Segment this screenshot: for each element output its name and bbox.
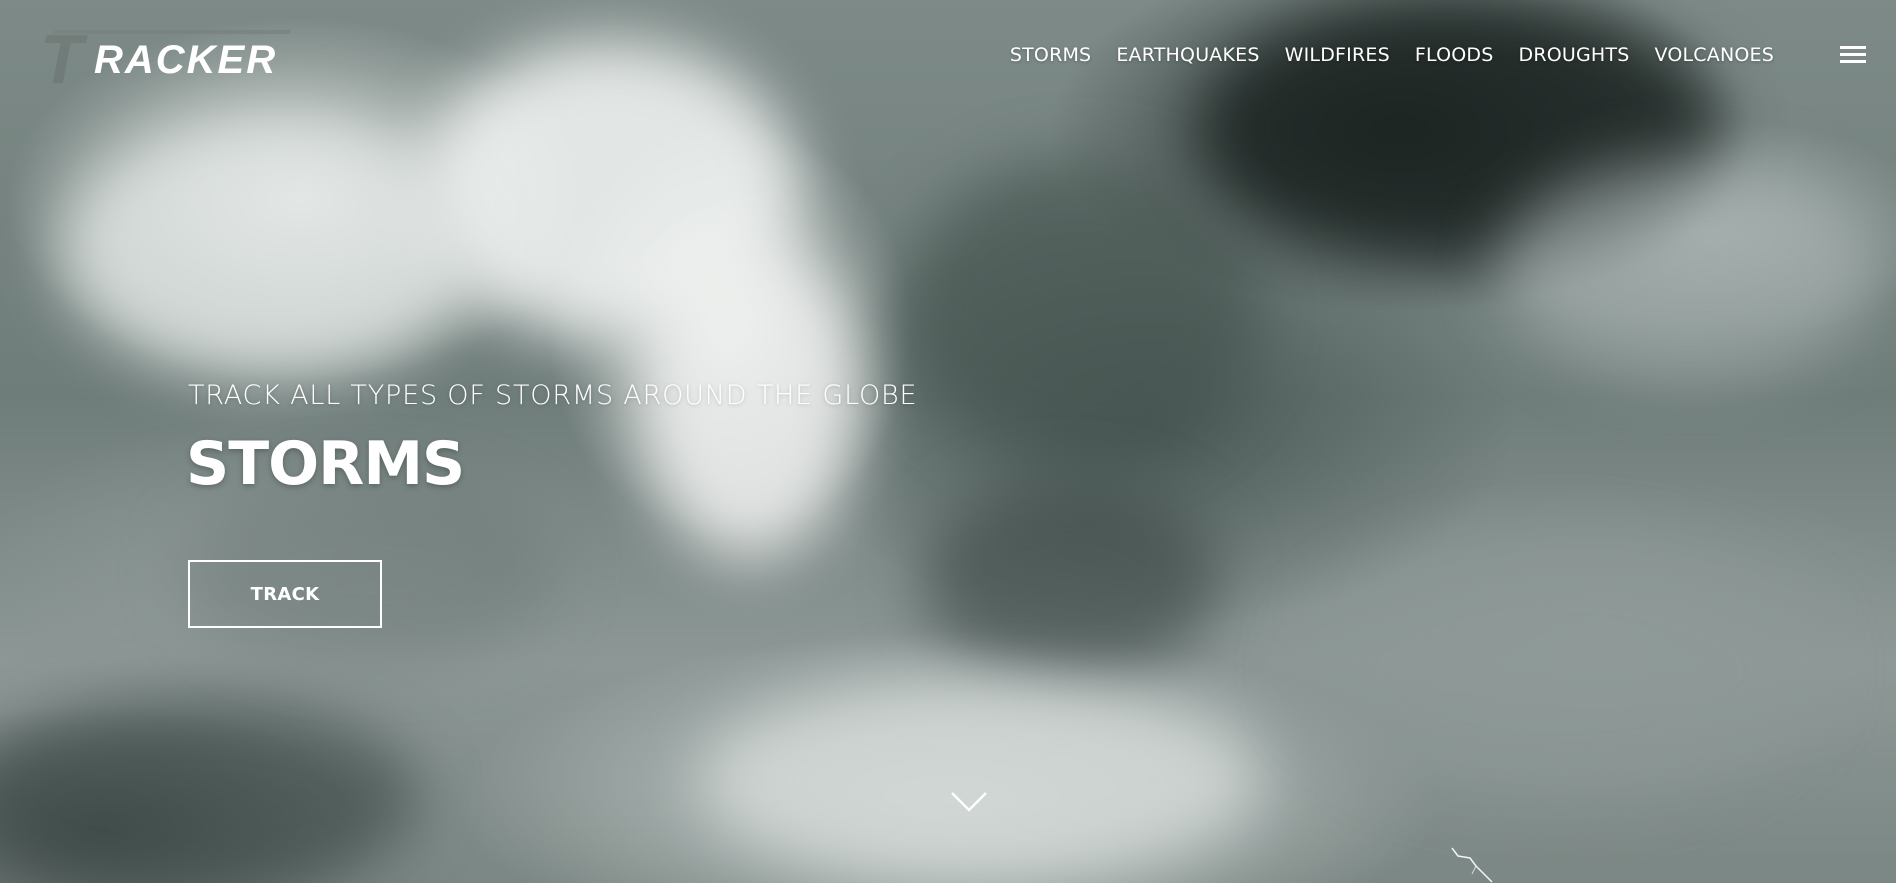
nav-item-volcanoes[interactable]: VOLCANOES [1654, 44, 1774, 66]
logo-letter: T [40, 20, 83, 98]
hero-subtitle: TRACK ALL TYPES OF STORMS AROUND THE GLO… [188, 380, 918, 411]
hero-content: TRACK ALL TYPES OF STORMS AROUND THE GLO… [186, 380, 918, 628]
tracker-logo[interactable]: T RACKER [40, 20, 300, 98]
chevron-down-icon[interactable] [950, 790, 988, 814]
cloud-decoration [1300, 540, 1820, 800]
cloud-decoration [60, 120, 480, 380]
nav-item-wildfires[interactable]: WILDFIRES [1285, 44, 1390, 66]
hamburger-line [1840, 53, 1866, 56]
logo-wordmark: RACKER [94, 38, 278, 82]
nav-item-droughts[interactable]: DROUGHTS [1519, 44, 1630, 66]
hamburger-menu-icon[interactable] [1840, 46, 1866, 64]
hamburger-line [1840, 60, 1866, 63]
top-navbar: T RACKER STORMS EARTHQUAKES WILDFIRES FL… [0, 0, 1896, 110]
nav-item-floods[interactable]: FLOODS [1415, 44, 1494, 66]
hero-section: T RACKER STORMS EARTHQUAKES WILDFIRES FL… [0, 0, 1896, 883]
cloud-decoration [1500, 160, 1880, 380]
cloud-decoration [0, 700, 420, 883]
lightning-bolt [1451, 847, 1493, 883]
logo-bar [53, 30, 291, 34]
cloud-decoration [700, 680, 1260, 880]
nav-item-earthquakes[interactable]: EARTHQUAKES [1116, 44, 1259, 66]
main-nav: STORMS EARTHQUAKES WILDFIRES FLOODS DROU… [1010, 44, 1774, 66]
nav-item-storms[interactable]: STORMS [1010, 44, 1091, 66]
track-button[interactable]: TRACK [188, 560, 382, 628]
cloud-decoration [900, 160, 1260, 460]
cloud-decoration [920, 480, 1220, 680]
hero-title: STORMS [186, 429, 465, 499]
hamburger-line [1840, 46, 1866, 49]
